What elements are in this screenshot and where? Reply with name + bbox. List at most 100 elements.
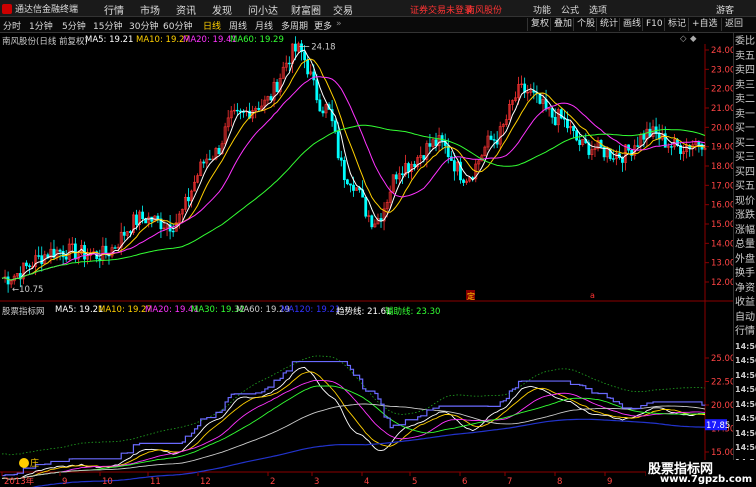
sub-ma30-line xyxy=(1,385,706,480)
y-tick-label: 24.00 xyxy=(711,46,735,56)
ma10-line xyxy=(1,58,706,281)
candle-body xyxy=(364,196,368,217)
candle-body xyxy=(352,184,355,191)
side-panel-item: 14:56 xyxy=(735,356,756,365)
kline-chart[interactable]: 24.00 23.00 22.00 21.00 20.00 19.00 18.00 17.00… xyxy=(0,0,756,487)
side-panel-item: 14:56 xyxy=(735,399,756,409)
zhuang-label: 庄 xyxy=(30,457,39,469)
candle-body xyxy=(642,134,646,140)
x-tick-label: 2013年 xyxy=(4,476,35,487)
candle-body xyxy=(40,255,44,265)
candle-body xyxy=(407,163,410,172)
side-panel-item: 收益 xyxy=(735,297,755,308)
candle-body xyxy=(321,110,325,114)
side-panel-item: 14:56 xyxy=(735,341,756,351)
x-tick-label: 11 xyxy=(150,477,161,487)
candle-body xyxy=(217,148,221,155)
sub-y-tick-label: 20.00 xyxy=(711,401,735,411)
candle-body xyxy=(342,159,346,181)
candle-body xyxy=(287,62,291,65)
candle-body xyxy=(345,179,349,185)
ma5-line xyxy=(1,49,705,281)
candle-body xyxy=(269,96,273,101)
candle-body xyxy=(294,43,297,52)
watermark-url: www.7gpzb.com xyxy=(660,474,753,485)
side-panel-item: 买四 xyxy=(735,166,755,178)
x-tick-label: 5 xyxy=(412,477,417,487)
sub-y-tick-label: 22.50 xyxy=(711,378,735,388)
candle-body xyxy=(141,211,145,220)
y-tick-label: 21.00 xyxy=(711,104,735,114)
candle-body xyxy=(306,59,310,75)
candle-body xyxy=(150,216,154,222)
y-tick-label: 18.00 xyxy=(711,162,735,172)
candle-body xyxy=(697,141,701,145)
candle-body xyxy=(349,183,352,186)
candle-body xyxy=(73,243,77,260)
candle-body xyxy=(25,262,28,267)
candle-body xyxy=(336,131,340,159)
candle-body xyxy=(257,107,261,110)
x-tick-label: 9 xyxy=(607,477,612,487)
y-tick-label: 23.00 xyxy=(711,65,735,75)
sub-ma20-line xyxy=(1,379,706,480)
y-tick-label: 14.00 xyxy=(711,239,735,249)
candle-body xyxy=(58,249,62,252)
site-watermark: 股票指标网 www.7gpzb.com xyxy=(646,460,756,487)
side-panel-item: 买五 xyxy=(735,181,755,192)
current-value-label: 17.85 xyxy=(706,421,730,431)
sub-ma10-line xyxy=(1,371,706,480)
side-panel-item: 卖一 xyxy=(735,108,755,120)
zhuang-marker-icon xyxy=(19,458,29,468)
candle-body xyxy=(575,130,579,141)
side-panel-item: 涨幅 xyxy=(735,224,755,236)
side-panel-item: 卖三 xyxy=(735,79,755,91)
y-tick-label: 17.00 xyxy=(711,181,735,191)
sub-y-tick-label: 15.00 xyxy=(711,448,735,458)
candle-body xyxy=(312,71,316,81)
candle-body xyxy=(550,108,554,118)
candle-body xyxy=(401,173,404,176)
event-marker-label: a xyxy=(590,291,595,300)
y-tick-label: 13.00 xyxy=(711,259,735,269)
side-panel-item: 14:56 xyxy=(735,370,756,380)
candle-body xyxy=(156,215,160,220)
candle-body xyxy=(492,139,496,141)
candle-body xyxy=(578,139,582,145)
candle-body xyxy=(333,120,337,132)
x-tick-label: 9 xyxy=(62,477,67,487)
x-tick-label: 8 xyxy=(557,477,562,487)
trend-step-line xyxy=(2,360,706,477)
y-tick-label: 22.00 xyxy=(711,85,735,95)
side-panel-item: 外盘 xyxy=(735,253,755,265)
candle-body xyxy=(315,79,319,101)
side-panel-item: 14:56 xyxy=(735,428,756,438)
y-tick-label: 19.00 xyxy=(711,143,735,153)
side-panel-item: 卖二 xyxy=(735,94,755,105)
side-panel-item: 涨跌 xyxy=(735,210,755,221)
candle-body xyxy=(6,276,10,285)
x-tick-label: 10 xyxy=(102,477,113,487)
candle-body xyxy=(135,214,138,225)
side-panel-item: 卖四 xyxy=(735,65,755,76)
candle-body xyxy=(370,215,374,228)
side-panel-item: 买三 xyxy=(735,152,755,163)
side-panel-item: 自动 xyxy=(735,311,755,323)
candle-body xyxy=(303,51,306,61)
y-tick-label: 16.00 xyxy=(711,201,735,211)
side-panel-item: 14:56 xyxy=(735,443,756,452)
candle-body xyxy=(202,161,206,164)
candle-body xyxy=(566,118,569,129)
x-tick-label: 12 xyxy=(200,477,211,487)
side-panel-item: 委比 xyxy=(735,36,755,47)
candle-body xyxy=(275,81,279,93)
ma60-line xyxy=(1,124,706,281)
side-panel-item: 现价 xyxy=(735,195,755,207)
sub-y-tick-label: 25.00 xyxy=(711,354,735,364)
x-tick-label: 7 xyxy=(507,477,512,487)
candle-body xyxy=(669,146,673,148)
side-panel-item: 总量 xyxy=(735,239,755,250)
candle-body xyxy=(128,231,132,233)
candle-body xyxy=(187,196,190,202)
x-tick-label: 4 xyxy=(364,477,369,487)
